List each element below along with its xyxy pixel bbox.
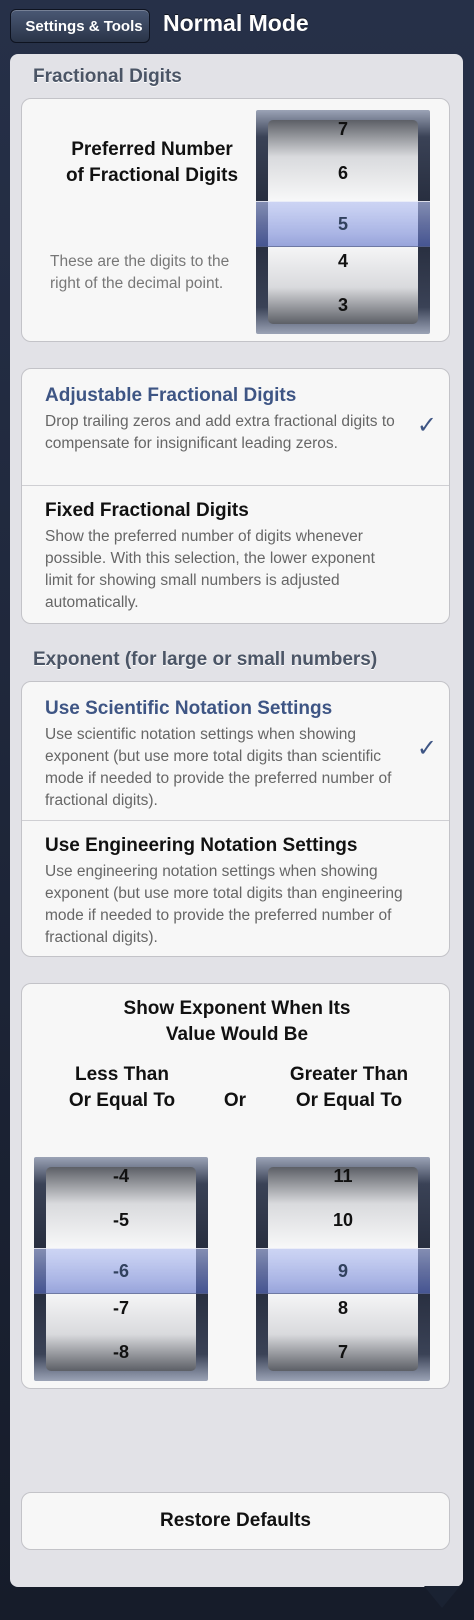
greater-than-label: Greater Than Or Equal To — [289, 1064, 409, 1111]
picker-item[interactable]: 8 — [268, 1296, 418, 1320]
picker-selection-band: -6 — [34, 1248, 208, 1294]
picker-item[interactable]: 4 — [268, 249, 418, 273]
picker-item[interactable]: -7 — [46, 1296, 196, 1320]
picker-item[interactable]: -4 — [46, 1164, 196, 1188]
upper-exponent-picker[interactable]: 11 10 8 7 9 — [256, 1157, 430, 1381]
preferred-digits-description: These are the digits to the right of the… — [50, 253, 230, 292]
option-title: Fixed Fractional Digits — [45, 500, 249, 521]
picker-selected-value: -6 — [112, 1261, 129, 1281]
navigation-bar: Settings & Tools Normal Mode — [0, 0, 474, 52]
picker-item[interactable]: -8 — [46, 1340, 196, 1364]
back-button-label: Settings & Tools — [25, 17, 143, 35]
option-title: Adjustable Fractional Digits — [45, 385, 297, 406]
checkmark-icon: ✓ — [416, 412, 437, 439]
popover-pointer — [424, 1586, 460, 1608]
exponent-mode-card: Use Scientific Notation Settings Use sci… — [21, 681, 450, 957]
checkmark-icon: ✓ — [416, 735, 437, 762]
fraction-mode-card: Adjustable Fractional Digits Drop traili… — [21, 368, 450, 624]
picker-item[interactable]: 11 — [268, 1164, 418, 1188]
picker-item[interactable]: -5 — [46, 1208, 196, 1232]
option-engineering-notation[interactable]: Use Engineering Notation Settings Use en… — [22, 820, 449, 956]
lower-exponent-picker[interactable]: -4 -5 -7 -8 -6 — [34, 1157, 208, 1381]
fractional-digits-picker[interactable]: 7 6 4 3 5 — [256, 110, 430, 334]
preferred-digits-title: Preferred Number of Fractional Digits — [65, 139, 239, 186]
restore-defaults-label: Restore Defaults — [160, 1510, 311, 1531]
option-description: Use engineering notation settings when s… — [45, 863, 403, 946]
restore-defaults-button[interactable]: Restore Defaults — [21, 1492, 450, 1550]
fractional-digits-card: Preferred Number of Fractional Digits Th… — [21, 98, 450, 342]
option-title: Use Scientific Notation Settings — [45, 698, 333, 719]
or-label: Or — [223, 1090, 247, 1111]
show-exponent-heading: Show Exponent When Its Value Would Be — [123, 998, 351, 1045]
picker-item[interactable]: 10 — [268, 1208, 418, 1232]
settings-panel: Fractional Digits Preferred Number of Fr… — [10, 54, 463, 1587]
picker-item[interactable]: 7 — [268, 1340, 418, 1364]
picker-item[interactable]: 7 — [268, 117, 418, 141]
picker-selection-band: 9 — [256, 1248, 430, 1294]
page-title: Normal Mode — [163, 10, 309, 36]
picker-selected-value: 5 — [337, 214, 348, 234]
option-description: Use scientific notation settings when sh… — [45, 726, 392, 809]
option-description: Drop trailing zeros and add extra fracti… — [45, 413, 395, 452]
picker-item[interactable]: 6 — [268, 161, 418, 185]
back-button[interactable]: Settings & Tools — [10, 9, 150, 43]
show-exponent-card: Show Exponent When Its Value Would Be Le… — [21, 983, 450, 1389]
option-adjustable-fractional-digits[interactable]: Adjustable Fractional Digits Drop traili… — [22, 369, 449, 485]
section-label-exponent: Exponent (for large or small numbers) — [33, 649, 378, 670]
picker-selected-value: 9 — [337, 1261, 348, 1281]
picker-selection-band: 5 — [256, 201, 430, 247]
picker-item[interactable]: 3 — [268, 293, 418, 317]
option-fixed-fractional-digits[interactable]: Fixed Fractional Digits Show the preferr… — [22, 485, 449, 623]
less-than-label: Less Than Or Equal To — [68, 1064, 176, 1111]
option-description: Show the preferred number of digits when… — [45, 528, 375, 611]
section-label-fractional: Fractional Digits — [33, 66, 182, 87]
option-title: Use Engineering Notation Settings — [45, 835, 358, 856]
option-scientific-notation[interactable]: Use Scientific Notation Settings Use sci… — [22, 682, 449, 820]
